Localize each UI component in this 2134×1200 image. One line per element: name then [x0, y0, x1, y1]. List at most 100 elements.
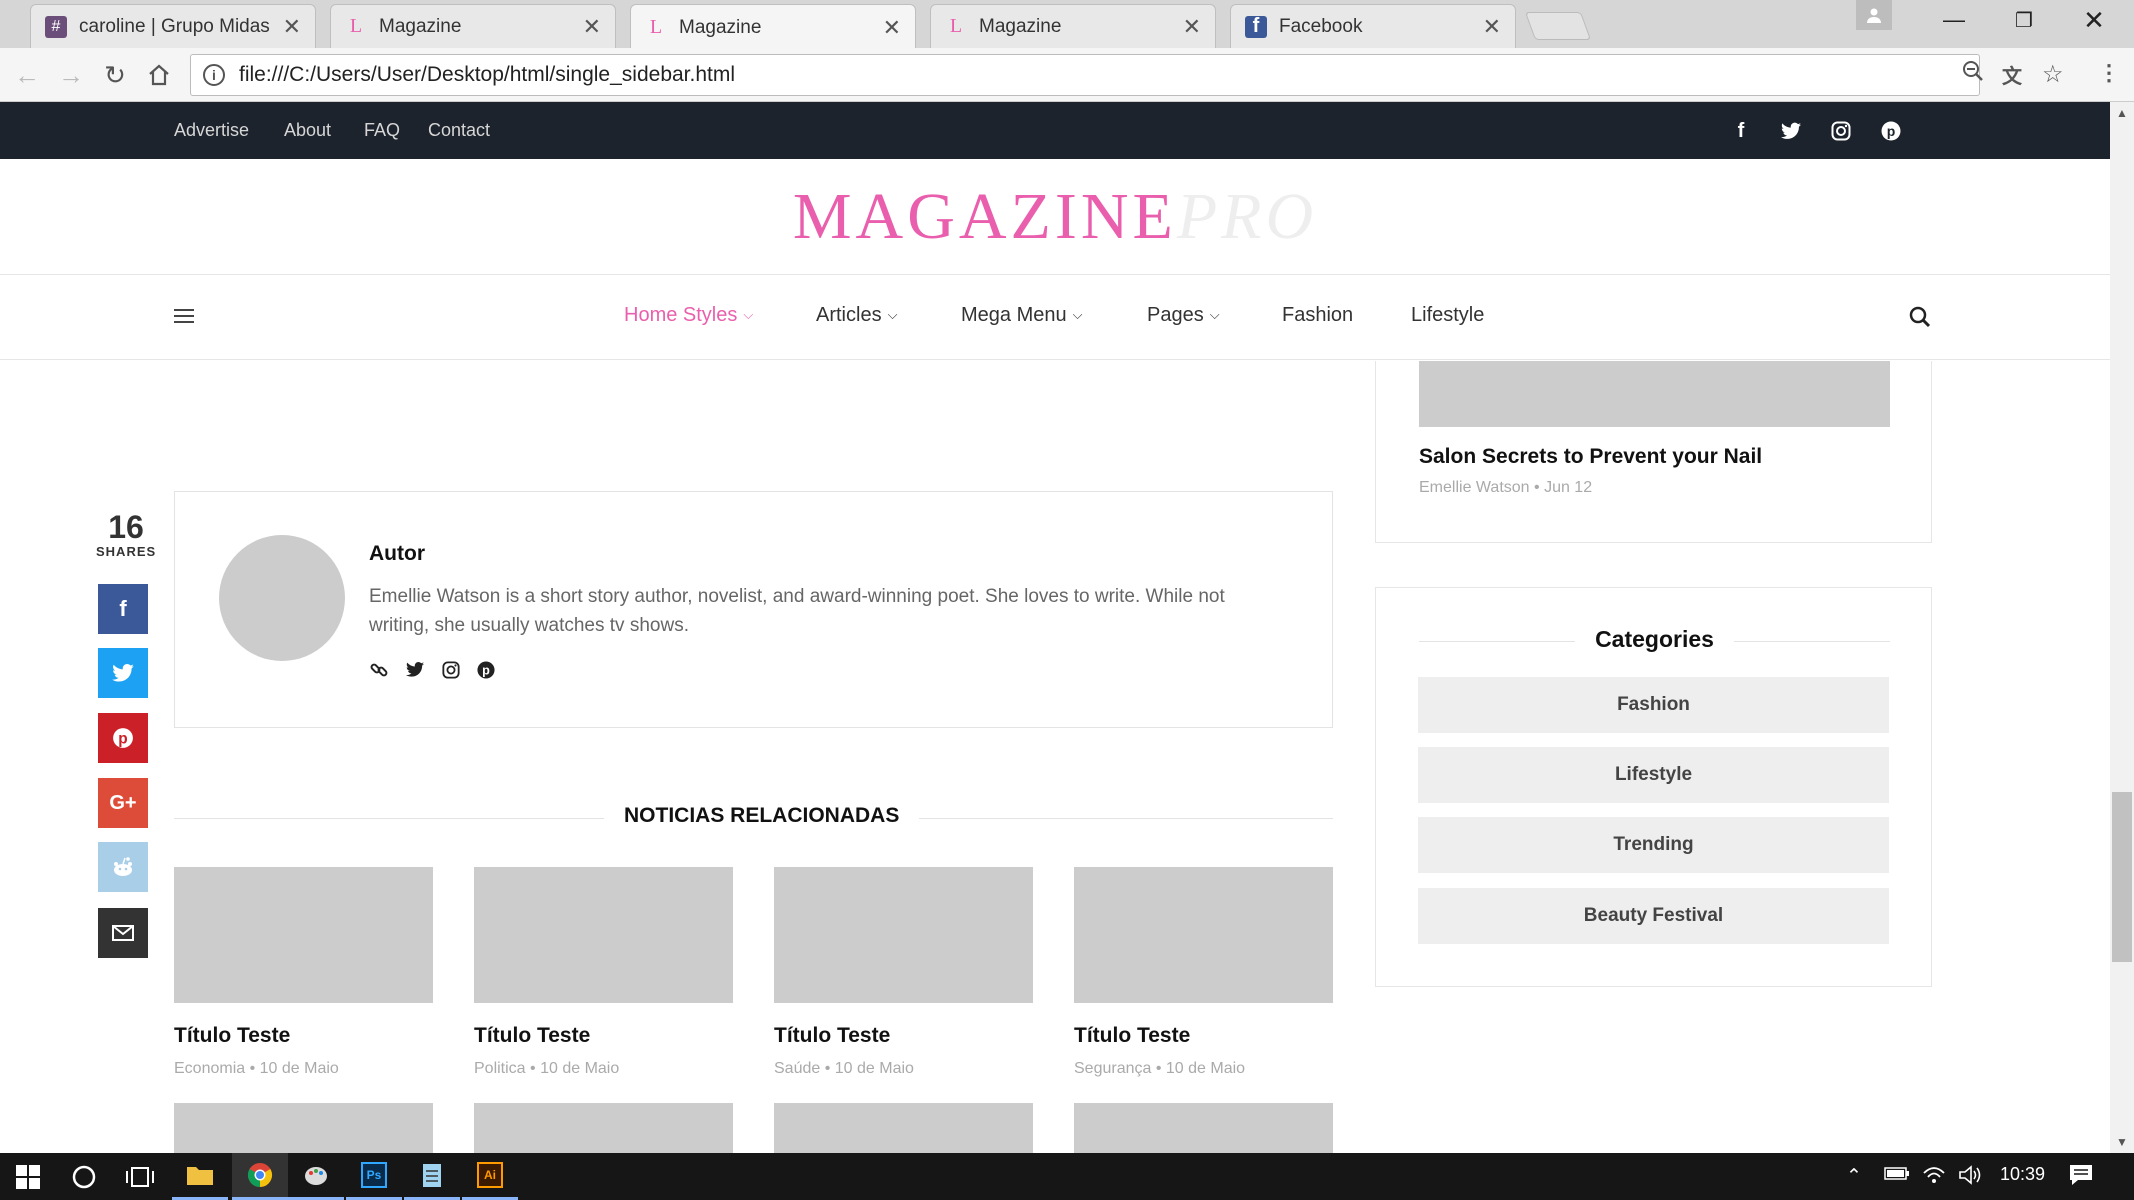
related-title[interactable]: Título Teste — [474, 1024, 590, 1048]
clock-time[interactable]: 10:39 — [2000, 1164, 2045, 1185]
bookmark-star-icon[interactable]: ☆ — [2042, 60, 2064, 89]
new-tab-button[interactable] — [1524, 12, 1592, 40]
chrome-icon[interactable] — [232, 1153, 288, 1200]
photoshop-icon[interactable]: Ps — [346, 1153, 402, 1200]
zoom-icon[interactable] — [1962, 60, 1984, 89]
nav-item-pages[interactable]: Pages ⌵ — [1147, 304, 1220, 327]
cortana-search-icon[interactable] — [56, 1153, 112, 1200]
site-logo[interactable]: MAGAZINE PRO — [0, 159, 2110, 275]
related-thumbnail[interactable] — [474, 867, 733, 1003]
share-reddit-button[interactable] — [98, 842, 148, 892]
magazine-l-icon: L — [949, 15, 963, 37]
notepad-icon[interactable] — [404, 1153, 460, 1200]
battery-icon[interactable] — [1884, 1165, 1910, 1187]
volume-icon[interactable] — [1958, 1165, 1984, 1191]
facebook-icon: f — [119, 596, 127, 621]
nav-item-home-styles[interactable]: Home Styles ⌵ — [624, 304, 753, 327]
share-google-plus-button[interactable]: G+ — [98, 778, 148, 828]
page-scrollbar[interactable]: ▲ ▼ — [2110, 102, 2134, 1153]
browser-tab[interactable]: L Magazine ✕ — [330, 4, 616, 48]
sidebar-post-thumbnail[interactable] — [1419, 361, 1890, 427]
related-thumbnail[interactable] — [1074, 1103, 1333, 1153]
translate-icon[interactable]: 文 — [2002, 60, 2022, 89]
close-tab-icon[interactable]: ✕ — [1183, 14, 1201, 40]
instagram-icon[interactable] — [1828, 118, 1854, 144]
browser-tab[interactable]: # caroline | Grupo Midas Sl ✕ — [30, 4, 316, 48]
share-email-button[interactable] — [98, 908, 148, 958]
related-thumbnail[interactable] — [1074, 867, 1333, 1003]
minimize-button[interactable]: — — [1924, 0, 1984, 40]
related-title[interactable]: Título Teste — [174, 1024, 290, 1048]
scrollbar-thumb[interactable] — [2112, 792, 2132, 962]
related-thumbnail[interactable] — [174, 1103, 433, 1153]
nav-item-fashion[interactable]: Fashion — [1282, 304, 1353, 327]
share-twitter-button[interactable] — [98, 648, 148, 698]
nav-item-articles[interactable]: Articles ⌵ — [816, 304, 897, 327]
search-icon[interactable] — [1909, 306, 1931, 333]
pinterest-icon[interactable]: p — [477, 661, 495, 684]
hamburger-menu-icon[interactable] — [174, 308, 194, 329]
profile-icon[interactable] — [1856, 0, 1892, 30]
illustrator-icon[interactable]: Ai — [462, 1153, 518, 1200]
category-lifestyle[interactable]: Lifestyle — [1418, 747, 1889, 803]
sidebar-post-author[interactable]: Emellie Watson — [1419, 479, 1530, 496]
task-view-icon[interactable] — [112, 1153, 168, 1200]
svg-text:p: p — [1887, 123, 1896, 139]
chevron-up-icon[interactable]: ⌃ — [1846, 1165, 1862, 1188]
related-category[interactable]: Saúde — [774, 1060, 820, 1077]
topbar-link-about[interactable]: About — [284, 120, 331, 141]
instagram-icon[interactable] — [442, 661, 460, 684]
browser-tab[interactable]: L Magazine ✕ — [930, 4, 1216, 48]
sidebar-post-title[interactable]: Salon Secrets to Prevent your Nail — [1419, 445, 1762, 469]
reload-icon[interactable]: ↻ — [98, 58, 132, 92]
file-explorer-icon[interactable] — [172, 1153, 228, 1200]
related-category[interactable]: Segurança — [1074, 1060, 1151, 1077]
category-fashion[interactable]: Fashion — [1418, 677, 1889, 733]
category-beauty-festival[interactable]: Beauty Festival — [1418, 888, 1889, 944]
back-arrow-icon[interactable]: ← — [10, 58, 44, 92]
menu-kebab-icon[interactable]: ⋮ — [2098, 60, 2120, 86]
scroll-down-icon[interactable]: ▼ — [2116, 1135, 2128, 1149]
nav-item-mega-menu[interactable]: Mega Menu ⌵ — [961, 304, 1082, 327]
topbar-link-contact[interactable]: Contact — [428, 120, 490, 141]
close-tab-icon[interactable]: ✕ — [283, 14, 301, 40]
paint-app-icon[interactable] — [288, 1153, 344, 1200]
related-thumbnail[interactable] — [174, 867, 433, 1003]
close-tab-icon[interactable]: ✕ — [883, 15, 901, 41]
info-icon[interactable]: i — [203, 64, 225, 86]
pinterest-icon[interactable]: p — [1878, 118, 1904, 144]
notification-icon[interactable] — [2068, 1163, 2094, 1193]
wifi-icon[interactable] — [1922, 1165, 1946, 1191]
restore-button[interactable]: ❐ — [1994, 0, 2054, 40]
nav-item-lifestyle[interactable]: Lifestyle — [1411, 304, 1484, 327]
related-thumbnail[interactable] — [774, 867, 1033, 1003]
twitter-icon[interactable] — [1778, 118, 1804, 144]
related-title[interactable]: Título Teste — [774, 1024, 890, 1048]
related-thumbnail[interactable] — [774, 1103, 1033, 1153]
close-tab-icon[interactable]: ✕ — [1483, 14, 1501, 40]
forward-arrow-icon[interactable]: → — [54, 58, 88, 92]
topbar-link-advertise[interactable]: Advertise — [174, 120, 249, 141]
address-bar[interactable]: i file:///C:/Users/User/Desktop/html/sin… — [190, 54, 1980, 96]
browser-tab-active[interactable]: L Magazine ✕ — [630, 4, 916, 50]
close-window-button[interactable]: ✕ — [2064, 0, 2124, 40]
scroll-up-icon[interactable]: ▲ — [2116, 106, 2128, 120]
share-pinterest-button[interactable]: p — [98, 713, 148, 763]
related-title[interactable]: Título Teste — [1074, 1024, 1190, 1048]
tab-title: Facebook — [1279, 15, 1363, 37]
topbar-link-faq[interactable]: FAQ — [364, 120, 400, 141]
home-icon[interactable] — [142, 58, 176, 92]
close-tab-icon[interactable]: ✕ — [583, 14, 601, 40]
related-category[interactable]: Economia — [174, 1060, 245, 1077]
url-text: file:///C:/Users/User/Desktop/html/singl… — [239, 63, 736, 86]
facebook-icon[interactable]: f — [1728, 118, 1754, 144]
related-category[interactable]: Politica — [474, 1060, 526, 1077]
link-icon[interactable] — [369, 660, 389, 685]
windows-start-icon[interactable] — [0, 1153, 56, 1200]
logo-main-text: MAGAZINE — [792, 179, 1177, 253]
category-trending[interactable]: Trending — [1418, 817, 1889, 873]
related-thumbnail[interactable] — [474, 1103, 733, 1153]
browser-tab[interactable]: f Facebook ✕ — [1230, 4, 1516, 48]
twitter-icon[interactable] — [406, 662, 424, 682]
share-facebook-button[interactable]: f — [98, 584, 148, 634]
